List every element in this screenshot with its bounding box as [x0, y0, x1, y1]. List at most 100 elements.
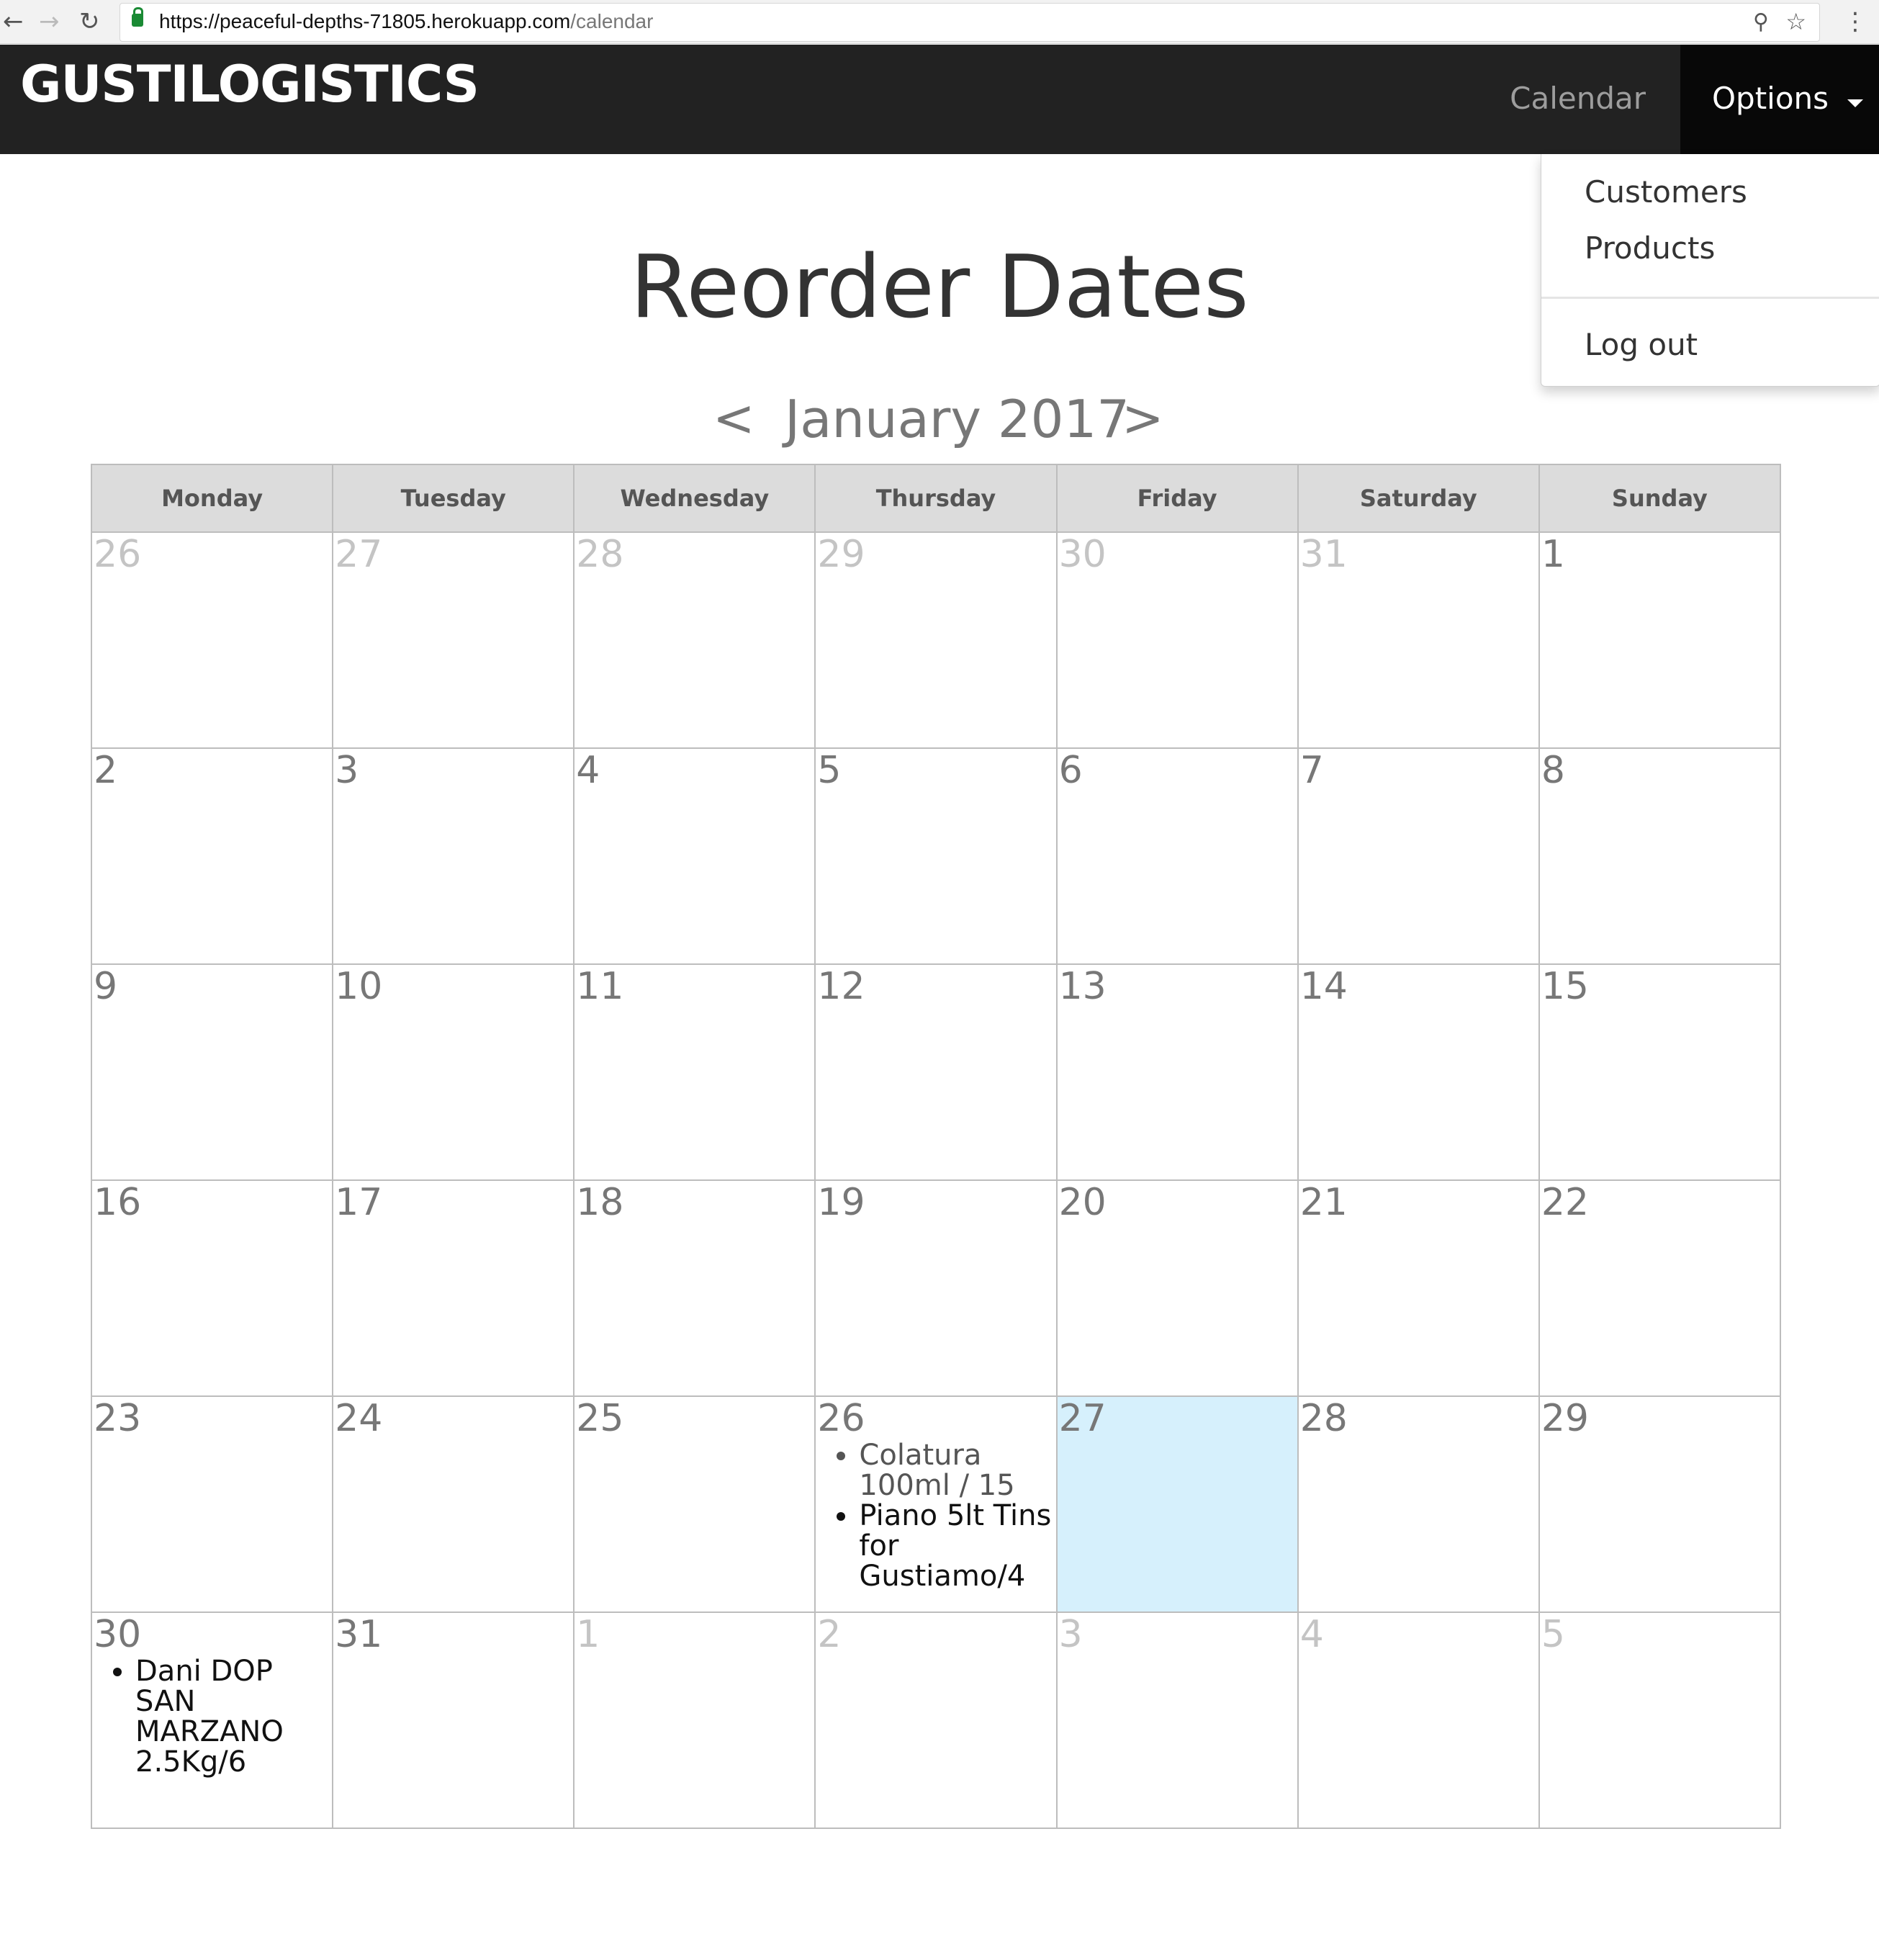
day-cell[interactable]: 20: [1055, 1179, 1299, 1397]
day-cell[interactable]: 29: [814, 531, 1058, 749]
day-cell[interactable]: 9: [90, 963, 334, 1181]
event-list: Dani DOP SAN MARZANO 2.5Kg/6: [92, 1656, 332, 1777]
bookmark-star-icon[interactable]: ☆: [1785, 8, 1806, 35]
weekday-header: Sunday: [1538, 464, 1782, 533]
prev-month-button[interactable]: <: [713, 389, 755, 448]
day-number: 11: [576, 965, 624, 1008]
day-cell[interactable]: 29: [1538, 1395, 1782, 1613]
day-cell[interactable]: 21: [1297, 1179, 1540, 1397]
day-number: 25: [576, 1397, 624, 1440]
day-cell[interactable]: 5: [1538, 1611, 1782, 1829]
day-cell[interactable]: 30Dani DOP SAN MARZANO 2.5Kg/6: [90, 1611, 334, 1829]
day-cell[interactable]: 4: [573, 747, 816, 965]
day-cell[interactable]: 2: [90, 747, 334, 965]
day-number: 31: [335, 1613, 383, 1656]
day-number: 5: [817, 749, 842, 792]
menu-kebab-icon[interactable]: ⋮: [1843, 4, 1867, 39]
url-text: https://peaceful-depths-71805.herokuapp.…: [159, 10, 654, 32]
day-number: 7: [1299, 749, 1324, 792]
day-cell[interactable]: 13: [1055, 963, 1299, 1181]
day-cell[interactable]: 12: [814, 963, 1058, 1181]
menu-item-customers[interactable]: Customers: [1585, 174, 1747, 210]
day-cell[interactable]: 31: [1297, 531, 1540, 749]
day-cell[interactable]: 10: [332, 963, 575, 1181]
day-number: 30: [94, 1613, 142, 1656]
nav-calendar-link[interactable]: Calendar: [1510, 81, 1646, 116]
weekday-header: Saturday: [1297, 464, 1540, 533]
event-item[interactable]: Dani DOP SAN MARZANO 2.5Kg/6: [135, 1656, 332, 1777]
event-item[interactable]: Piano 5lt Tins for Gustiamo/4: [859, 1501, 1055, 1591]
day-cell[interactable]: 1: [573, 1611, 816, 1829]
back-arrow-icon[interactable]: ←: [3, 4, 24, 39]
day-number: 15: [1541, 965, 1590, 1008]
day-cell[interactable]: 1: [1538, 531, 1782, 749]
day-cell[interactable]: 30: [1055, 531, 1299, 749]
reload-icon[interactable]: ↻: [79, 4, 100, 39]
day-cell[interactable]: 14: [1297, 963, 1540, 1181]
day-cell[interactable]: 17: [332, 1179, 575, 1397]
day-cell[interactable]: 28: [1297, 1395, 1540, 1613]
day-cell[interactable]: 26: [90, 531, 334, 749]
day-cell[interactable]: 4: [1297, 1611, 1540, 1829]
day-cell[interactable]: 15: [1538, 963, 1782, 1181]
zoom-icon[interactable]: ⚲: [1753, 9, 1769, 35]
options-label: Options: [1712, 81, 1829, 116]
day-number: 24: [335, 1397, 383, 1440]
day-number: 26: [94, 533, 142, 576]
day-cell[interactable]: 25: [573, 1395, 816, 1613]
day-number: 2: [817, 1613, 842, 1656]
day-cell[interactable]: 23: [90, 1395, 334, 1613]
day-cell[interactable]: 7: [1297, 747, 1540, 965]
day-number: 17: [335, 1181, 383, 1224]
week-row: 23 24 25 26Colatura 100ml / 15Piano 5lt Tin…: [90, 1395, 1782, 1613]
day-cell[interactable]: 8: [1538, 747, 1782, 965]
day-cell[interactable]: 3: [332, 747, 575, 965]
day-cell[interactable]: 11: [573, 963, 816, 1181]
weekday-header: Tuesday: [332, 464, 575, 533]
weekday-header: Friday: [1055, 464, 1299, 533]
address-bar[interactable]: https://peaceful-depths-71805.herokuapp.…: [120, 3, 1820, 42]
day-number: 21: [1299, 1181, 1348, 1224]
day-number: 3: [335, 749, 359, 792]
day-cell[interactable]: 2: [814, 1611, 1058, 1829]
lock-icon: [132, 7, 143, 27]
day-number: 31: [1299, 533, 1348, 576]
day-cell[interactable]: 26Colatura 100ml / 15Piano 5lt Tins for …: [814, 1395, 1058, 1613]
day-cell[interactable]: 22: [1538, 1179, 1782, 1397]
day-cell[interactable]: 19: [814, 1179, 1058, 1397]
day-cell[interactable]: 31: [332, 1611, 575, 1829]
day-number: 4: [1299, 1613, 1324, 1656]
navbar: GUSTILOGISTICS Calendar Options: [0, 45, 1879, 154]
forward-arrow-icon[interactable]: →: [39, 4, 60, 39]
day-cell[interactable]: 3: [1055, 1611, 1299, 1829]
options-dropdown-toggle[interactable]: Options: [1680, 45, 1879, 154]
day-cell[interactable]: 27: [332, 531, 575, 749]
day-cell[interactable]: 24: [332, 1395, 575, 1613]
day-cell[interactable]: 16: [90, 1179, 334, 1397]
next-month-button[interactable]: >: [1122, 389, 1164, 448]
browser-toolbar: ← → ↻ https://peaceful-depths-71805.hero…: [0, 0, 1879, 44]
calendar-grid: Monday Tuesday Wednesday Thursday Friday…: [90, 464, 1782, 1829]
day-number: 8: [1541, 749, 1565, 792]
brand-logo[interactable]: GUSTILOGISTICS: [20, 55, 479, 114]
day-number: 28: [1299, 1397, 1348, 1440]
day-cell[interactable]: 6: [1055, 747, 1299, 965]
weekday-header: Thursday: [814, 464, 1058, 533]
day-number: 2: [94, 749, 118, 792]
weekday-header: Wednesday: [573, 464, 816, 533]
event-item[interactable]: Colatura 100ml / 15: [859, 1440, 1055, 1501]
day-number: 5: [1541, 1613, 1565, 1656]
page-title: Reorder Dates: [630, 238, 1249, 338]
day-cell[interactable]: 18: [573, 1179, 816, 1397]
week-row: 30Dani DOP SAN MARZANO 2.5Kg/631 1 2 3 4 5: [90, 1611, 1782, 1829]
day-number: 26: [817, 1397, 865, 1440]
day-cell[interactable]: 27: [1055, 1395, 1299, 1613]
day-number: 16: [94, 1181, 142, 1224]
caret-down-icon: [1847, 99, 1863, 107]
day-cell[interactable]: 28: [573, 531, 816, 749]
day-number: 1: [1541, 533, 1565, 576]
day-number: 29: [817, 533, 865, 576]
day-cell[interactable]: 5: [814, 747, 1058, 965]
day-number: 19: [817, 1181, 865, 1224]
weekday-header-row: Monday Tuesday Wednesday Thursday Friday…: [90, 464, 1782, 533]
